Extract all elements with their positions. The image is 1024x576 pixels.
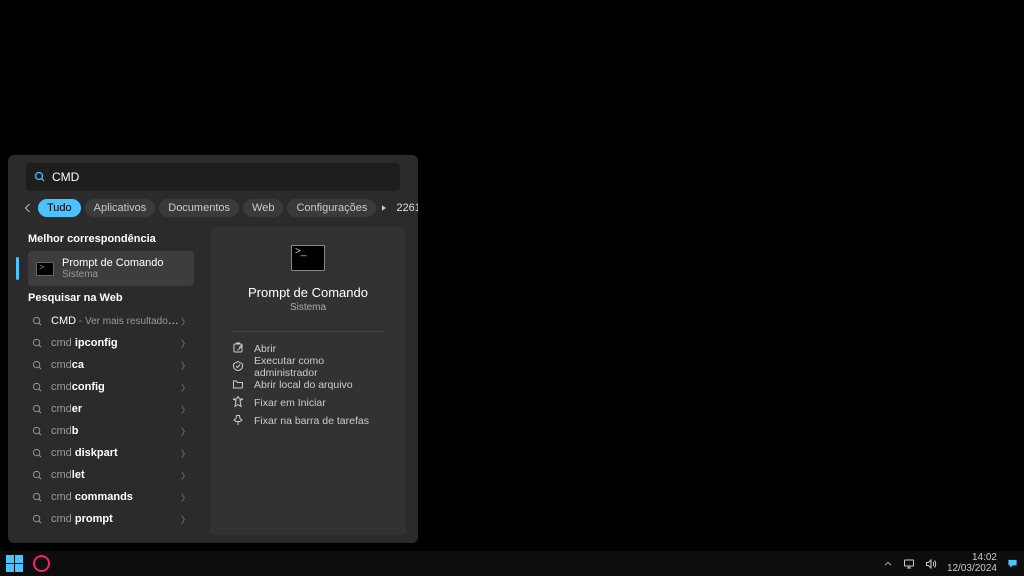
action-icon — [232, 342, 244, 357]
tray-volume-icon[interactable] — [925, 558, 937, 570]
preview-app-icon — [291, 245, 325, 271]
action-icon — [232, 414, 244, 429]
chevron-right-icon: 〉 — [181, 513, 190, 526]
preview-subtitle: Sistema — [290, 302, 326, 313]
web-result-item[interactable]: cmder〉 — [28, 398, 194, 420]
results-left-pane: Melhor correspondência Prompt de Comando… — [16, 223, 202, 539]
tray-network-icon[interactable] — [903, 558, 915, 570]
search-input[interactable] — [52, 163, 392, 191]
chevron-right-icon: 〉 — [181, 403, 190, 416]
back-button[interactable] — [22, 199, 34, 217]
taskbar-opera-icon[interactable] — [33, 555, 50, 572]
best-match-title: Prompt de Comando — [62, 257, 164, 269]
chevron-right-icon: 〉 — [181, 447, 190, 460]
tab-settings[interactable]: Configurações — [287, 199, 376, 217]
preview-pane: Prompt de Comando Sistema AbrirExecutar … — [210, 227, 406, 535]
chevron-right-icon: 〉 — [181, 359, 190, 372]
web-result-label: cmd diskpart — [51, 447, 181, 459]
web-result-item[interactable]: CMD - Ver mais resultados da pesquisa〉 — [28, 310, 194, 332]
preview-title: Prompt de Comando — [248, 285, 368, 300]
best-match-subtitle: Sistema — [62, 269, 164, 280]
search-box[interactable] — [26, 163, 400, 191]
preview-action-item[interactable]: Fixar em Iniciar — [232, 394, 384, 412]
web-result-item[interactable]: cmdlet〉 — [28, 464, 194, 486]
action-icon — [232, 396, 244, 411]
chevron-right-icon: 〉 — [181, 469, 190, 482]
best-match-header: Melhor correspondência — [28, 233, 202, 245]
tab-apps[interactable]: Aplicativos — [85, 199, 156, 217]
web-result-item[interactable]: cmd commands〉 — [28, 486, 194, 508]
web-result-label: cmdconfig — [51, 381, 181, 393]
tab-documents[interactable]: Documentos — [159, 199, 239, 217]
chevron-right-icon: 〉 — [181, 315, 190, 328]
web-result-label: cmd ipconfig — [51, 337, 181, 349]
web-result-label: CMD - Ver mais resultados da pesquisa — [51, 315, 181, 327]
action-icon — [232, 360, 244, 375]
action-label: Executar como administrador — [254, 355, 384, 379]
web-result-label: cmdb — [51, 425, 181, 437]
action-label: Abrir local do arquivo — [254, 379, 353, 391]
taskbar: 14:02 12/03/2024 — [0, 551, 1024, 576]
action-label: Fixar em Iniciar — [254, 397, 326, 409]
tray-chevron-up-icon[interactable] — [883, 559, 893, 569]
web-result-label: cmdca — [51, 359, 181, 371]
start-search-flyout: Tudo Aplicativos Documentos Web Configur… — [8, 155, 418, 543]
web-result-item[interactable]: cmdb〉 — [28, 420, 194, 442]
web-result-item[interactable]: cmdca〉 — [28, 354, 194, 376]
notifications-icon[interactable] — [1007, 558, 1018, 569]
cmd-app-icon — [36, 262, 54, 276]
more-tabs-button[interactable] — [380, 202, 388, 214]
web-result-item[interactable]: cmd diskpart〉 — [28, 442, 194, 464]
web-result-label: cmd prompt — [51, 513, 181, 525]
action-label: Abrir — [254, 343, 276, 355]
web-search-header: Pesquisar na Web — [28, 292, 202, 304]
best-match-item[interactable]: Prompt de Comando Sistema — [28, 251, 194, 286]
web-result-item[interactable]: cmd ipconfig〉 — [28, 332, 194, 354]
taskbar-clock[interactable]: 14:02 12/03/2024 — [947, 553, 997, 574]
tab-web[interactable]: Web — [243, 199, 283, 217]
preview-action-item[interactable]: Executar como administrador — [232, 358, 384, 376]
web-result-label: cmdlet — [51, 469, 181, 481]
web-result-item[interactable]: cmd prompt〉 — [28, 508, 194, 530]
search-icon — [34, 171, 46, 183]
web-result-item[interactable]: cmdconfig〉 — [28, 376, 194, 398]
start-button[interactable] — [6, 555, 23, 572]
action-label: Fixar na barra de tarefas — [254, 415, 369, 427]
divider — [232, 331, 384, 332]
action-icon — [232, 378, 244, 393]
tab-all[interactable]: Tudo — [38, 199, 81, 217]
chevron-right-icon: 〉 — [181, 425, 190, 438]
web-result-label: cmder — [51, 403, 181, 415]
chevron-right-icon: 〉 — [181, 381, 190, 394]
chevron-right-icon: 〉 — [181, 337, 190, 350]
search-filters-row: Tudo Aplicativos Documentos Web Configur… — [22, 199, 404, 217]
chevron-right-icon: 〉 — [181, 491, 190, 504]
web-result-label: cmd commands — [51, 491, 181, 503]
system-tray: 14:02 12/03/2024 — [883, 553, 1018, 574]
preview-action-item[interactable]: Fixar na barra de tarefas — [232, 412, 384, 430]
rewards-points[interactable]: 2261 — [396, 202, 418, 214]
